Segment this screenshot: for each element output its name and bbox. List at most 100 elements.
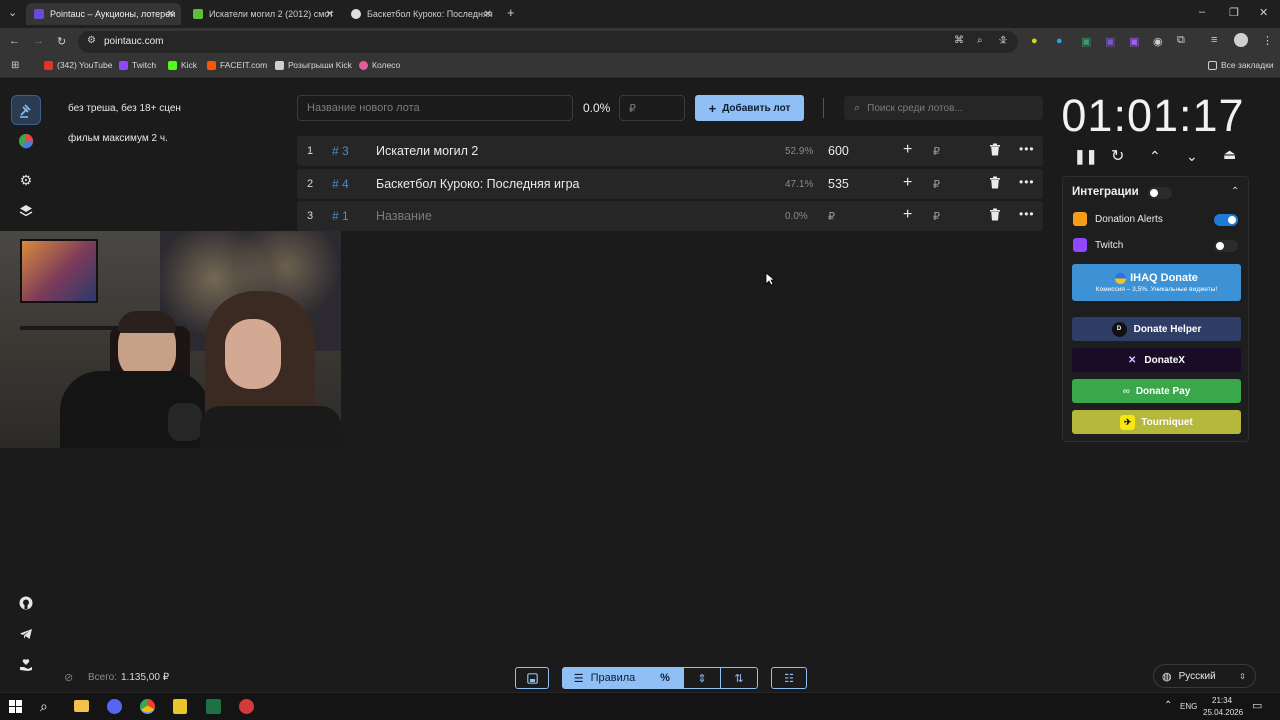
sidebar-github-button[interactable] [11,588,41,618]
trash-icon[interactable] [989,208,1001,221]
profile-avatar-icon[interactable] [1234,33,1248,47]
apps-grid-icon[interactable]: ⊞ [11,60,19,71]
translate-icon[interactable]: ⌘ [954,35,964,46]
all-bookmarks[interactable]: Все закладки [1208,60,1274,70]
bookmark-wheel[interactable]: Колесо [359,60,400,70]
lot-name[interactable]: Баскетбол Куроко: Последняя игра [376,177,580,191]
lot-name[interactable]: Искатели могил 2 [376,144,478,158]
trash-icon[interactable] [989,143,1001,156]
forward-icon[interactable]: → [33,35,44,47]
zoom-icon[interactable]: ⌕ [977,35,983,46]
browser-menu-icon[interactable]: ⋮ [1262,34,1273,47]
sidebar-telegram-button[interactable] [11,619,41,649]
app-red-icon[interactable] [239,699,254,714]
new-lot-name-input[interactable]: Название нового лота [297,95,573,121]
donate-pay-button[interactable]: ∞ Donate Pay [1072,379,1241,403]
integrations-toggle[interactable] [1148,187,1172,199]
tourniquet-button[interactable]: ✈ Tourniquet [1072,410,1241,434]
donatex-button[interactable]: ✕ DonateX [1072,348,1241,372]
donate-helper-button[interactable]: D Donate Helper [1072,317,1241,341]
lot-amount[interactable]: 600 [828,144,849,158]
lot-amount[interactable]: 535 [828,177,849,191]
hide-amounts-icon[interactable]: ⊘ [64,671,73,684]
percent-toggle-button[interactable]: % [646,667,684,689]
keyboard-language[interactable]: ENG [1180,702,1197,711]
ihaq-donate-button[interactable]: IHAQ Donate Комиссия – 3,5%. Уникальные … [1072,264,1241,301]
lot-add-amount-field[interactable]: ₽ [933,145,940,158]
pause-icon[interactable]: ❚❚ [1074,148,1097,165]
tab-pointauc[interactable]: Pointauc – Аукционы, лотереи ✕ [26,3,181,25]
tab-film-1[interactable]: Искатели могил 2 (2012) смот ✕ [185,3,340,25]
bookmark-faceit[interactable]: FACEIT.com [207,60,267,70]
close-tab-icon[interactable]: ✕ [167,9,175,20]
trash-icon[interactable] [989,176,1001,189]
split-button[interactable]: ⇕ [683,667,721,689]
sidebar-auction-button[interactable] [11,95,41,125]
new-tab-icon[interactable]: + [507,5,515,20]
extension-5-icon[interactable]: ▣ [1129,35,1139,48]
bookmark-star-icon[interactable]: ☆ [998,34,1008,47]
extensions-puzzle-icon[interactable]: ⧉ [1177,34,1185,47]
sort-button[interactable]: ⇅ [720,667,758,689]
new-lot-amount-input[interactable]: ₽ [619,95,685,121]
add-to-lot-icon[interactable]: + [903,141,912,159]
sidebar-wheel-button[interactable] [11,126,41,156]
back-icon[interactable]: ← [9,35,20,47]
more-options-icon[interactable]: ••• [1019,207,1035,221]
bookmark-kick-giveaways[interactable]: Розыгрыши Kick [275,60,352,70]
extension-3-icon[interactable]: ▣ [1081,35,1091,48]
lot-add-amount-field[interactable]: ₽ [933,210,940,223]
bookmark-kick[interactable]: Kick [168,60,197,70]
double-up-icon[interactable]: ⏏ [1223,146,1236,163]
bookmark-twitch[interactable]: Twitch [119,60,156,70]
discord-icon[interactable] [107,699,122,714]
excel-icon[interactable] [206,699,221,714]
sidebar-donate-button[interactable] [11,650,41,680]
extension-6-icon[interactable]: ◉ [1153,35,1163,48]
chrome-icon[interactable] [140,699,155,714]
add-to-lot-icon[interactable]: + [903,174,912,192]
maximize-icon[interactable]: ❐ [1229,6,1239,19]
lot-name[interactable]: Название [376,209,432,223]
lot-row[interactable]: 3 # 1 Название 0.0% ₽ + ₽ ••• [297,201,1043,231]
windows-start-icon[interactable] [9,700,22,713]
close-tab-icon[interactable]: ✕ [484,9,492,20]
close-tab-icon[interactable]: ✕ [326,9,334,20]
more-options-icon[interactable]: ••• [1019,175,1035,189]
more-options-icon[interactable]: ••• [1019,142,1035,156]
twitch-toggle[interactable] [1214,240,1238,252]
search-icon[interactable]: ⌕ [40,698,48,715]
media-controls-icon[interactable]: ≡ [1211,34,1217,46]
extension-4-icon[interactable]: ▣ [1105,35,1115,48]
app-yellow-icon[interactable] [173,699,187,714]
add-to-lot-icon[interactable]: + [903,206,912,224]
reset-icon[interactable]: ↻ [1111,146,1124,166]
minimize-icon[interactable]: – [1199,6,1205,18]
tray-chevron-icon[interactable]: ⌃ [1164,700,1172,711]
save-button[interactable] [515,667,549,689]
donation-alerts-toggle[interactable] [1214,214,1238,226]
rules-button[interactable]: ☰ Правила [562,667,647,689]
clear-all-button[interactable]: ☷ [771,667,807,689]
collapse-chevron-icon[interactable]: ⌃ [1231,186,1239,197]
notifications-icon[interactable]: ▭ [1252,699,1262,712]
sidebar-settings-button[interactable]: ⚙ [11,165,41,195]
tab-film-2[interactable]: Баскетбол Куроко: Последняя ✕ [343,3,498,25]
site-info-icon[interactable]: ⚙ [87,35,96,46]
bookmark-youtube[interactable]: (342) YouTube [44,60,112,70]
lot-amount[interactable]: ₽ [828,210,835,223]
sidebar-layers-button[interactable] [11,196,41,226]
tab-search-icon[interactable]: ⌄ [8,6,17,19]
chevron-up-icon[interactable]: ⌃ [1149,148,1161,165]
search-lots-input[interactable]: ⌕ Поиск среди лотов... [844,96,1043,120]
add-lot-button[interactable]: + Добавить лот [695,95,804,121]
file-explorer-icon[interactable] [74,700,89,712]
lot-row[interactable]: 1 # 3 Искатели могил 2 52.9% 600 + ₽ ••• [297,136,1043,166]
close-window-icon[interactable]: ✕ [1259,6,1268,19]
url-field[interactable]: ⚙ pointauc.com ⌘ ⌕ ⇪ ☆ [78,31,1018,53]
extension-2-icon[interactable]: ● [1056,35,1063,47]
extension-1-icon[interactable]: ● [1031,35,1038,47]
lot-add-amount-field[interactable]: ₽ [933,178,940,191]
language-select[interactable]: ◍ Русский ⇳ [1153,664,1256,688]
lot-row[interactable]: 2 # 4 Баскетбол Куроко: Последняя игра 4… [297,169,1043,199]
